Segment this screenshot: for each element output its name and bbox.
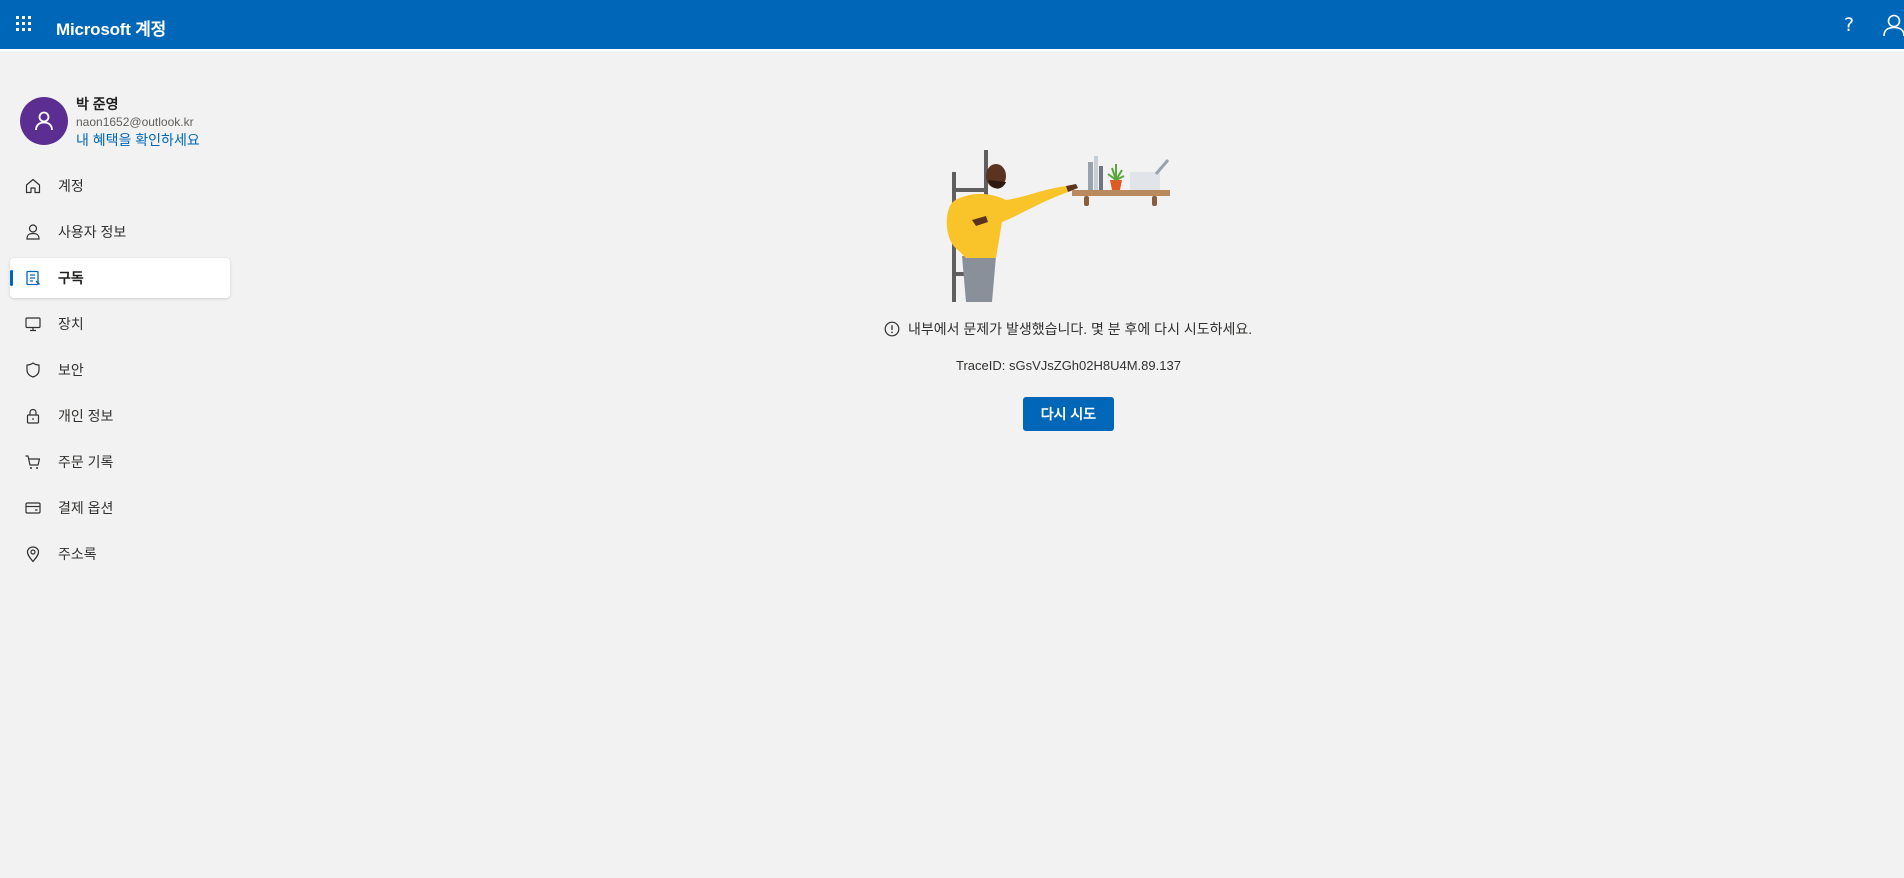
sidebar-item-subscriptions[interactable]: 구독: [10, 258, 230, 298]
person-icon: [35, 111, 53, 131]
person-body: [946, 186, 1068, 258]
shield-icon: [24, 361, 42, 379]
sidebar-item-label: 주문 기록: [58, 454, 114, 470]
sidebar-item-label: 구독: [58, 270, 84, 286]
sidebar-item-security[interactable]: 보안: [10, 350, 230, 390]
sidebar-item-address-book[interactable]: 주소록: [10, 534, 230, 574]
person-icon: [24, 223, 42, 241]
sidebar-item-label: 결제 옵션: [58, 500, 114, 516]
header-divider: [0, 49, 1904, 51]
home-icon: [24, 177, 42, 195]
shelf: [1072, 190, 1170, 196]
device-icon: [24, 315, 42, 333]
benefits-link[interactable]: 내 혜택을 확인하세요: [76, 130, 200, 150]
profile-name: 박 준영: [76, 96, 119, 112]
sidebar-item-label: 계정: [58, 178, 84, 194]
help-icon[interactable]: ?: [1837, 12, 1861, 38]
lock-icon: [24, 407, 42, 425]
sidebar-item-label: 보안: [58, 362, 84, 378]
cart-icon: [24, 453, 42, 471]
sidebar-item-order-history[interactable]: 주문 기록: [10, 442, 230, 482]
sidebar-item-label: 사용자 정보: [58, 224, 127, 240]
account-icon[interactable]: [1882, 12, 1904, 38]
trace-id: TraceID: sGsVJsZGh02H8U4M.89.137: [956, 358, 1181, 373]
sidebar-item-devices[interactable]: 장치: [10, 304, 230, 344]
error-message: 내부에서 문제가 발생했습니다. 몇 분 후에 다시 시도하세요.: [908, 321, 1253, 337]
top-bar: Microsoft 계정 ?: [0, 0, 1904, 49]
active-indicator: [10, 270, 13, 286]
profile-email: naon1652@outlook.kr: [76, 115, 194, 129]
sidebar-item-label: 개인 정보: [58, 408, 114, 424]
sidebar-nav: 계정 사용자 정보 구독 장치 보안 개인 정보 주문 기록 결제 옵션 주소록: [10, 166, 230, 580]
card-icon: [24, 499, 42, 517]
sidebar-item-payment-options[interactable]: 결제 옵션: [10, 488, 230, 528]
person-legs: [962, 256, 996, 302]
error-message-row: 내부에서 문제가 발생했습니다. 몇 분 후에 다시 시도하세요.: [884, 319, 1252, 339]
info-icon: [884, 321, 900, 337]
sidebar-item-label: 주소록: [58, 546, 97, 562]
sidebar-item-label: 장치: [58, 316, 84, 332]
sidebar-item-privacy[interactable]: 개인 정보: [10, 396, 230, 436]
subscription-icon: [24, 269, 42, 287]
location-icon: [24, 545, 42, 563]
app-launcher-icon[interactable]: [16, 16, 32, 32]
brand-title[interactable]: Microsoft 계정: [56, 15, 166, 40]
sidebar-item-account[interactable]: 계정: [10, 166, 230, 206]
error-illustration: [946, 150, 1170, 302]
avatar[interactable]: [20, 97, 68, 145]
retry-button[interactable]: 다시 시도: [1023, 397, 1114, 431]
sidebar-item-your-info[interactable]: 사용자 정보: [10, 212, 230, 252]
